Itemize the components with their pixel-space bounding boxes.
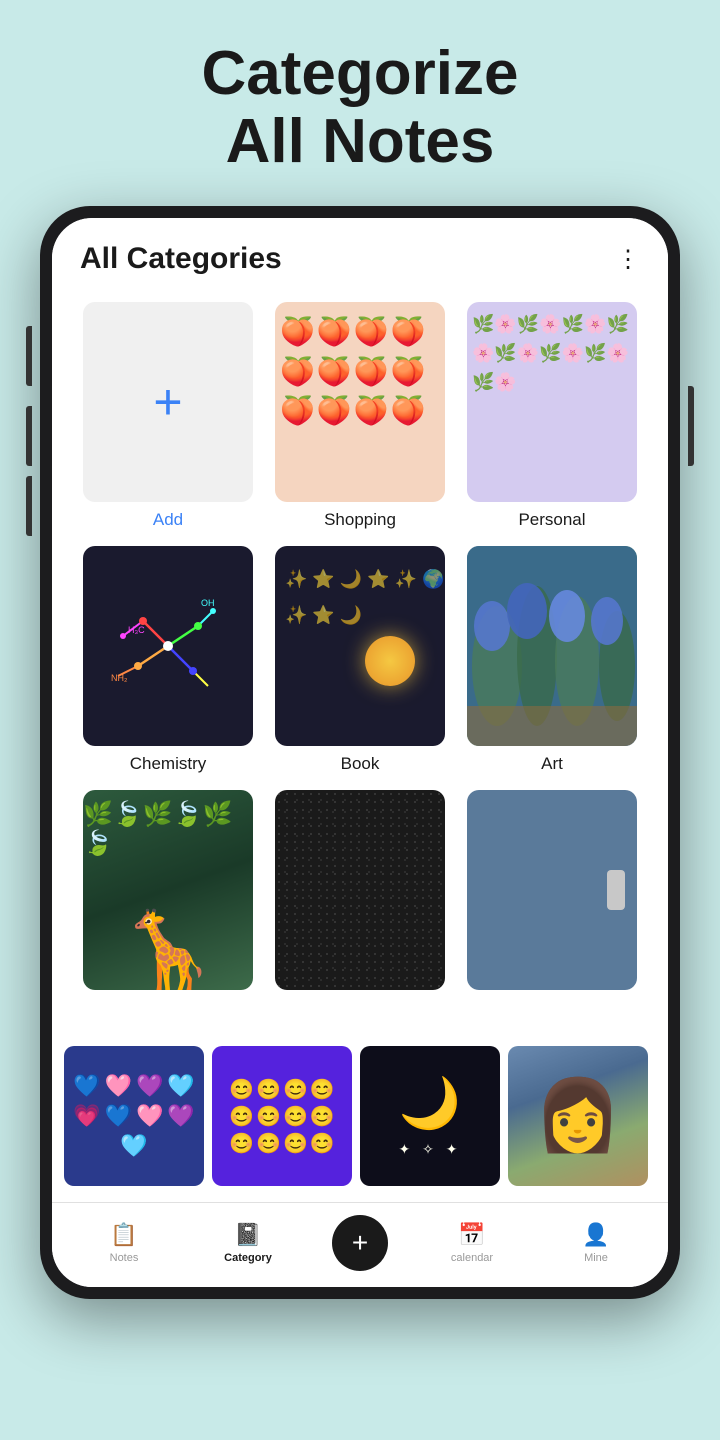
notes-icon: 📋: [110, 1222, 137, 1248]
personal-label: Personal: [518, 510, 585, 530]
add-plus-icon: +: [153, 373, 182, 431]
shopping-thumbnail: [275, 302, 445, 502]
phone-screen: All Categories ⋮ + Add Shopping: [52, 218, 668, 1287]
art-label: Art: [541, 754, 563, 774]
mine-icon: 👤: [582, 1222, 609, 1248]
add-thumbnail: +: [83, 302, 253, 502]
giraffe-thumbnail: 🦒: [83, 790, 253, 990]
art-irises-svg: [467, 546, 637, 746]
black-category-item[interactable]: [264, 790, 456, 998]
notebook-clasp: [607, 870, 625, 910]
chemistry-thumbnail: H₃C OH NH₂: [83, 546, 253, 746]
bottom-navigation: 📋 Notes 📓 Category + 📅 calendar 👤 Mine: [52, 1202, 668, 1287]
calendar-icon: 📅: [458, 1222, 485, 1248]
giraffe-notebook-cover: 🦒: [83, 790, 253, 990]
book-label: Book: [341, 754, 380, 774]
more-menu-button[interactable]: ⋮: [616, 245, 640, 274]
chemistry-label: Chemistry: [130, 754, 207, 774]
nav-add-button[interactable]: +: [332, 1215, 388, 1271]
chemistry-category-item[interactable]: H₃C OH NH₂ Chemistry: [72, 546, 264, 774]
shopping-label: Shopping: [324, 510, 396, 530]
mine-nav-label: Mine: [584, 1252, 608, 1264]
blue-notebook-cover: [467, 790, 637, 990]
book-category-item[interactable]: Book: [264, 546, 456, 774]
book-notebook-cover: [275, 546, 445, 746]
blue-category-item[interactable]: [456, 790, 648, 998]
giraffe-category-item[interactable]: 🦒: [72, 790, 264, 998]
svg-text:OH: OH: [201, 598, 215, 608]
add-category-item[interactable]: + Add: [72, 302, 264, 530]
nav-category[interactable]: 📓 Category: [208, 1222, 288, 1264]
giraffe-emoji: 🦒: [118, 906, 218, 990]
category-icon: 📓: [234, 1222, 261, 1248]
phone-frame: All Categories ⋮ + Add Shopping: [40, 206, 680, 1299]
black-thumbnail: [275, 790, 445, 990]
smiley-cover: 😊 😊 😊 😊 😊 😊 😊 😊 😊 😊 😊 😊: [212, 1046, 352, 1186]
moon-preview[interactable]: 🌙 ✦ ✧ ✦: [360, 1046, 500, 1186]
art-notebook-cover: [467, 546, 637, 746]
nav-notes[interactable]: 📋 Notes: [84, 1222, 164, 1264]
hero-title: Categorize All Notes: [162, 0, 559, 206]
moon-emoji: 🌙: [399, 1074, 461, 1133]
screen-title: All Categories: [80, 242, 282, 276]
hero-section: Categorize All Notes: [162, 0, 559, 206]
preview-strip: 💙 🩷 💜 🩵 💗 💙 🩷 💜 🩵 😊 😊 😊 😊: [52, 1030, 668, 1202]
book-sun-decoration: [365, 636, 415, 686]
hearts-cover: 💙 🩷 💜 🩵 💗 💙 🩷 💜 🩵: [64, 1046, 204, 1186]
nav-add-plus-icon: +: [352, 1229, 368, 1257]
categories-grid: + Add Shopping Personal: [52, 286, 668, 1030]
shopping-category-item[interactable]: Shopping: [264, 302, 456, 530]
hearts-preview[interactable]: 💙 🩷 💜 🩵 💗 💙 🩷 💜 🩵: [64, 1046, 204, 1186]
category-nav-label: Category: [224, 1252, 272, 1264]
svg-text:NH₂: NH₂: [111, 673, 128, 683]
nav-mine[interactable]: 👤 Mine: [556, 1222, 636, 1264]
nav-calendar[interactable]: 📅 calendar: [432, 1222, 512, 1264]
notes-nav-label: Notes: [110, 1252, 139, 1264]
portrait-cover: [508, 1046, 648, 1186]
svg-text:H₃C: H₃C: [128, 625, 145, 635]
shopping-notebook-cover: [275, 302, 445, 502]
personal-thumbnail: [467, 302, 637, 502]
add-label: Add: [153, 510, 183, 530]
blue-thumbnail: [467, 790, 637, 990]
smiley-preview[interactable]: 😊 😊 😊 😊 😊 😊 😊 😊 😊 😊 😊 😊: [212, 1046, 352, 1186]
personal-notebook-cover: [467, 302, 637, 502]
molecule-svg: H₃C OH NH₂: [103, 581, 233, 711]
personal-category-item[interactable]: Personal: [456, 302, 648, 530]
portrait-preview[interactable]: [508, 1046, 648, 1186]
moon-cover: 🌙 ✦ ✧ ✦: [360, 1046, 500, 1186]
black-notebook-cover: [275, 790, 445, 990]
screen-header: All Categories ⋮: [52, 218, 668, 286]
book-thumbnail: [275, 546, 445, 746]
art-thumbnail: [467, 546, 637, 746]
art-category-item[interactable]: Art: [456, 546, 648, 774]
stars-decoration: ✦ ✧ ✦: [399, 1141, 462, 1158]
chemistry-notebook-cover: H₃C OH NH₂: [83, 546, 253, 746]
calendar-nav-label: calendar: [451, 1252, 493, 1264]
